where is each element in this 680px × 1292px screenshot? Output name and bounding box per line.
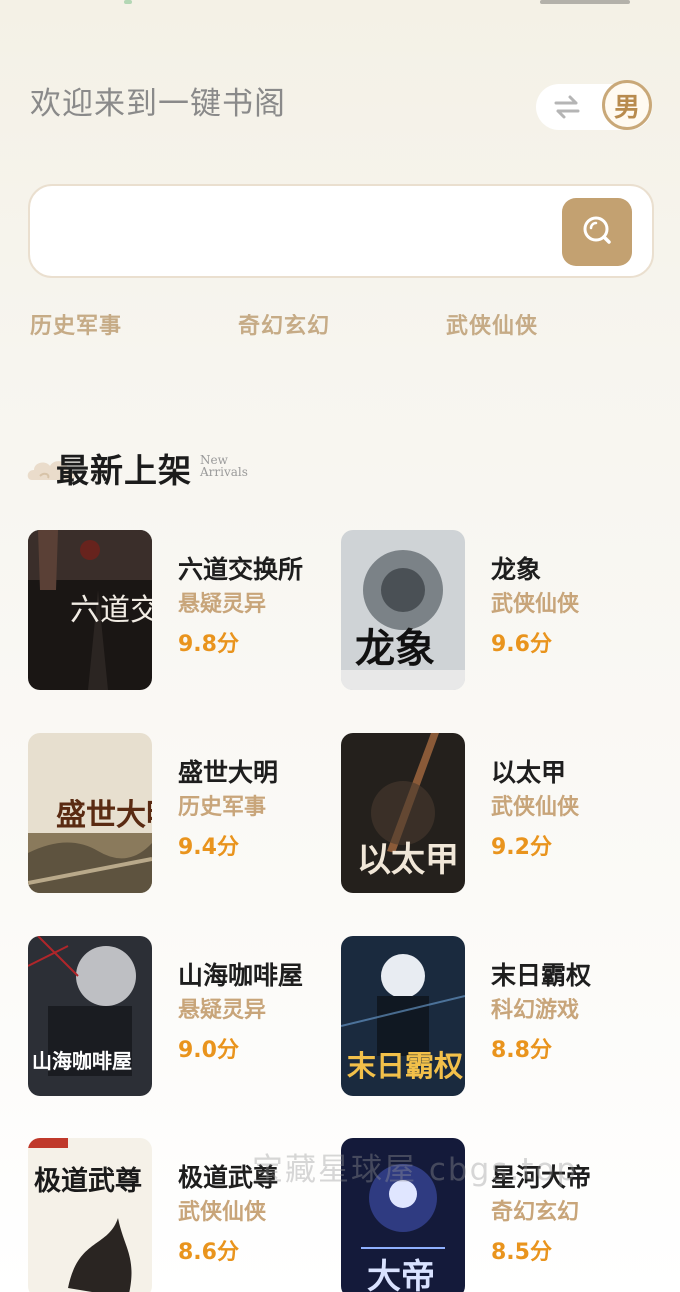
book-card[interactable]: 盛世大明 盛世大明 历史军事 9.4分 xyxy=(28,733,328,895)
book-score: 9.2分 xyxy=(491,835,552,860)
book-genre: 武侠仙侠 xyxy=(491,592,580,617)
search-icon xyxy=(580,213,614,251)
book-card[interactable]: 六道交换所 六道交换所 悬疑灵异 9.8分 xyxy=(28,530,328,692)
book-score: 9.6分 xyxy=(491,632,552,657)
book-title[interactable]: 龙象 xyxy=(491,550,541,586)
category-item-wuxia[interactable]: 武侠仙侠 xyxy=(446,314,538,336)
book-cover[interactable]: 极道武尊 xyxy=(28,1138,152,1292)
book-cover[interactable]: 末日霸权 xyxy=(341,936,465,1096)
book-cover[interactable]: 龙象 xyxy=(341,530,465,690)
book-card[interactable]: 末日霸权 末日霸权 科幻游戏 8.8分 xyxy=(341,936,641,1098)
book-score: 8.5分 xyxy=(491,1240,552,1265)
book-score: 9.0分 xyxy=(178,1038,239,1063)
search-input[interactable] xyxy=(50,206,550,256)
category-item-fantasy[interactable]: 奇幻玄幻 xyxy=(238,314,330,336)
book-score: 8.6分 xyxy=(178,1240,239,1265)
section-subtitle-line2: Arrivals xyxy=(200,465,248,479)
book-genre: 历史军事 xyxy=(178,795,267,820)
book-title[interactable]: 盛世大明 xyxy=(178,753,278,789)
status-icons xyxy=(540,0,630,4)
section-header-new-arrivals: 最新上架 New Arrivals xyxy=(26,440,326,496)
book-cover-title: 极道武尊 xyxy=(34,1165,142,1197)
gender-switch[interactable]: 男 xyxy=(536,80,652,130)
book-card[interactable]: 龙象 龙象 武侠仙侠 9.6分 xyxy=(341,530,641,692)
book-cover[interactable]: 以太甲 xyxy=(341,733,465,893)
book-genre: 科幻游戏 xyxy=(491,998,580,1023)
book-title[interactable]: 末日霸权 xyxy=(491,956,591,992)
home-page: 欢迎来到一键书阁 男 历史军事 奇幻玄幻 武侠仙侠 最新上架 New Arriv… xyxy=(0,0,680,1292)
book-cover-title: 山海咖啡屋 xyxy=(32,1049,132,1073)
book-cover-title: 末日霸权 xyxy=(347,1049,463,1083)
book-cover-title: 大帝 xyxy=(367,1257,435,1292)
book-cover[interactable]: 盛世大明 xyxy=(28,733,152,893)
book-score: 9.4分 xyxy=(178,835,239,860)
book-genre: 武侠仙侠 xyxy=(491,795,580,820)
gender-badge[interactable]: 男 xyxy=(602,80,652,130)
section-subtitle: New Arrivals xyxy=(200,454,248,478)
book-cover-title: 盛世大明 xyxy=(56,798,152,833)
book-genre: 悬疑灵异 xyxy=(178,998,267,1023)
status-bar xyxy=(0,0,680,6)
book-genre: 武侠仙侠 xyxy=(178,1200,267,1225)
book-cover-title: 以太甲 xyxy=(357,840,459,880)
book-cover[interactable]: 山海咖啡屋 xyxy=(28,936,152,1096)
book-cover-title: 龙象 xyxy=(355,625,435,672)
book-title[interactable]: 六道交换所 xyxy=(178,550,303,586)
category-row: 历史军事 奇幻玄幻 武侠仙侠 xyxy=(30,314,650,336)
greeting-title: 欢迎来到一键书阁 xyxy=(30,86,286,122)
book-card[interactable]: 以太甲 以太甲 武侠仙侠 9.2分 xyxy=(341,733,641,895)
book-genre: 悬疑灵异 xyxy=(178,592,267,617)
book-cover[interactable]: 六道交换所 xyxy=(28,530,152,690)
watermark-text: 宝藏星球屋 cbgs.top xyxy=(252,1152,579,1188)
book-cover-title: 六道交换所 xyxy=(70,593,152,628)
search-button[interactable] xyxy=(562,198,632,266)
book-title[interactable]: 山海咖啡屋 xyxy=(178,956,303,992)
book-genre: 奇幻玄幻 xyxy=(491,1200,580,1225)
status-indicator-icon xyxy=(124,0,132,4)
book-score: 8.8分 xyxy=(491,1038,552,1063)
category-item-history[interactable]: 历史军事 xyxy=(30,314,122,336)
book-card[interactable]: 山海咖啡屋 山海咖啡屋 悬疑灵异 9.0分 xyxy=(28,936,328,1098)
search-bar xyxy=(28,184,654,278)
section-title: 最新上架 xyxy=(56,451,192,490)
swap-icon[interactable] xyxy=(536,84,598,130)
book-score: 9.8分 xyxy=(178,632,239,657)
book-title[interactable]: 以太甲 xyxy=(491,753,566,789)
